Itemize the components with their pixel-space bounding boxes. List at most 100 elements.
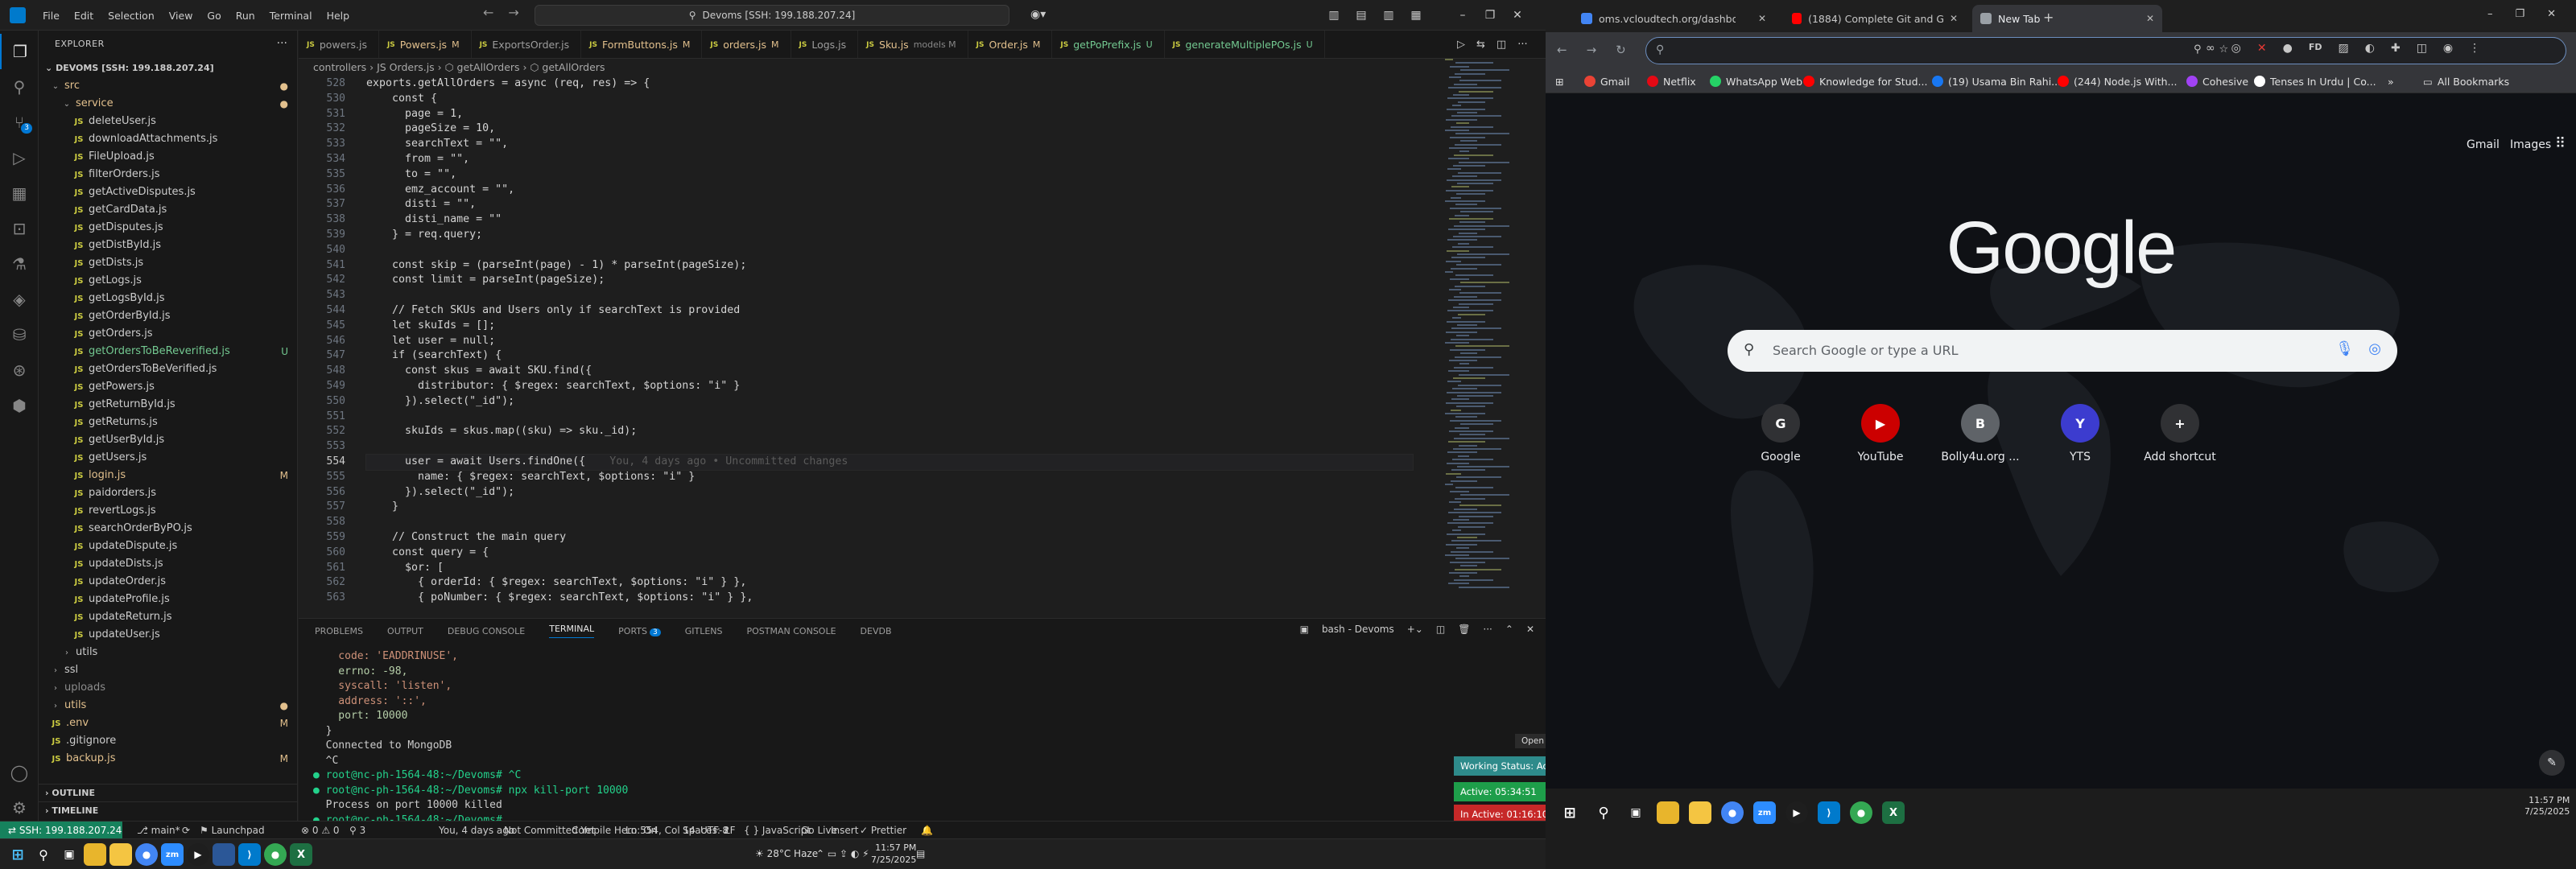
more-actions-icon[interactable]: ··· xyxy=(277,37,287,50)
restore-icon[interactable]: ❐ xyxy=(2516,8,2525,20)
code-line[interactable]: // Fetch SKUs and Users only if searchTe… xyxy=(366,303,1413,319)
panel-tab-problems[interactable]: PROBLEMS xyxy=(315,626,363,636)
file-tree-item[interactable]: JS searchOrderByPO.js xyxy=(39,520,298,537)
layout-panel-icon[interactable]: ▤ xyxy=(1348,9,1375,22)
file-tree-item[interactable]: JS downloadAttachments.js xyxy=(39,130,298,148)
panel-tab-postman-console[interactable]: POSTMAN CONSOLE xyxy=(747,626,836,636)
system-tray[interactable]: ⌃ ▭ ⇪ ◐ ⚡ xyxy=(816,848,869,859)
file-tree-item[interactable]: JS getOrderById.js xyxy=(39,307,298,325)
file-tree-item[interactable]: JS getCardData.js xyxy=(39,201,298,219)
omnibox-input[interactable] xyxy=(1674,43,2189,59)
ports-count[interactable]: ⚲ 3 xyxy=(349,822,365,839)
file-tree-item[interactable]: JS getDisputes.js xyxy=(39,219,298,237)
trash-icon[interactable]: 🗑 xyxy=(1458,624,1470,635)
file-explorer-icon[interactable] xyxy=(84,843,106,866)
gmail-link[interactable]: Gmail xyxy=(2467,138,2500,151)
vscode-taskbar-icon[interactable]: ⟩ xyxy=(1818,801,1840,824)
file-tree-item[interactable]: JS getReturnById.js xyxy=(39,396,298,414)
code-line[interactable] xyxy=(366,515,1413,530)
chrome-menu-icon[interactable]: ⋮ xyxy=(2469,42,2480,55)
excel-icon[interactable]: X xyxy=(1882,801,1905,824)
file-tree-item[interactable]: JS .env M xyxy=(39,715,298,732)
editor-tab[interactable]: JS Logs.js xyxy=(791,31,859,58)
extension-puzzle-icon[interactable]: ✚ xyxy=(2391,42,2401,55)
side-panel-icon[interactable]: ◫ xyxy=(2417,42,2427,55)
vscode-taskbar-icon[interactable]: ⟩ xyxy=(238,843,261,866)
weather[interactable]: ☀ 28°C Haze xyxy=(755,848,818,859)
code-line[interactable]: const skus = await SKU.find({ xyxy=(366,364,1413,379)
reload-icon[interactable]: ↻ xyxy=(1616,43,1626,57)
notification-center-icon[interactable]: ▤ xyxy=(916,848,925,859)
extensions-icon[interactable]: ▦ xyxy=(0,175,39,211)
search-icon[interactable]: ⚲ xyxy=(32,843,55,866)
new-tab-icon[interactable]: + xyxy=(2043,10,2054,25)
shortcut-tile[interactable]: + Add shortcut xyxy=(2140,404,2220,463)
zoom-icon[interactable]: zm xyxy=(161,843,184,866)
media-player-icon[interactable]: ▶ xyxy=(1785,801,1808,824)
code-line[interactable]: { orderId: { $regex: searchText, $option… xyxy=(366,575,1413,591)
new-terminal-icon[interactable]: +⌄ xyxy=(1407,624,1423,635)
extension-fd-icon[interactable]: FD xyxy=(2309,42,2322,55)
back-arrow-icon[interactable]: ← xyxy=(1557,43,1567,57)
code-line[interactable]: to = "", xyxy=(366,167,1413,183)
code-line[interactable] xyxy=(366,288,1413,303)
code-line[interactable]: let user = null; xyxy=(366,334,1413,349)
folder-tree-item[interactable]: › utils ● xyxy=(39,697,298,715)
code-line[interactable]: distributor: { $regex: searchText, $opti… xyxy=(366,379,1413,394)
restore-icon[interactable]: ❐ xyxy=(1476,9,1504,22)
bookmark-item[interactable]: Knowledge for Stud... xyxy=(1803,69,1927,93)
chrome-profile-icon[interactable]: ● xyxy=(264,843,287,866)
close-icon[interactable]: ✕ xyxy=(2547,8,2556,20)
app-icon[interactable] xyxy=(213,843,235,866)
editor-tab[interactable]: JS getPoPrefix.js U xyxy=(1052,31,1165,58)
shortcut-tile[interactable]: G Google xyxy=(1740,404,1821,463)
code-line[interactable]: pageSize = 10, xyxy=(366,121,1413,137)
menu-item-terminal[interactable]: Terminal xyxy=(262,10,320,22)
panel-tab-terminal[interactable]: TERMINAL xyxy=(549,624,595,638)
file-tree-item[interactable]: JS updateDists.js xyxy=(39,555,298,573)
extension-circle-icon[interactable]: ◎ xyxy=(2231,42,2241,55)
minimize-icon[interactable]: – xyxy=(2487,8,2493,20)
menu-item-view[interactable]: View xyxy=(162,10,200,22)
excel-icon[interactable]: X xyxy=(290,843,312,866)
code-line[interactable]: const { xyxy=(366,92,1413,107)
problems-count[interactable]: ⊗ 0 ⚠ 0 xyxy=(301,822,340,839)
folder-tree-item[interactable]: ⌄ src ● xyxy=(39,77,298,95)
code-lines[interactable]: exports.getAllOrders = async (req, res) … xyxy=(365,76,1414,606)
file-tree-item[interactable]: JS .gitignore xyxy=(39,732,298,750)
extension-image-icon[interactable]: ▨ xyxy=(2339,42,2349,55)
file-tree-item[interactable]: JS getUserById.js xyxy=(39,431,298,449)
terminal-name[interactable]: bash - Devoms xyxy=(1322,624,1394,635)
close-tab-icon[interactable]: ✕ xyxy=(2146,13,2154,24)
editor-tab[interactable]: JS Powers.js M xyxy=(379,31,472,58)
search-icon[interactable]: ⚲ xyxy=(1592,801,1615,824)
code-line[interactable]: name: { $regex: searchText, $options: "i… xyxy=(366,470,1413,485)
media-player-icon[interactable]: ▶ xyxy=(187,843,209,866)
file-tree-item[interactable]: JS getOrdersToBeReverified.js U xyxy=(39,343,298,360)
file-tree-item[interactable]: JS getOrders.js xyxy=(39,325,298,343)
sync-icon[interactable]: ⟳ xyxy=(182,822,190,839)
bookmark-item[interactable]: (19) Usama Bin Rahi... xyxy=(1932,69,2061,93)
windows-start-icon[interactable]: ⊞ xyxy=(6,843,29,866)
chrome-tab[interactable]: New Tab ✕ xyxy=(1972,5,2162,32)
code-line[interactable] xyxy=(366,410,1413,425)
copilot-icon[interactable]: ◉▾ xyxy=(1030,8,1046,21)
end-of-line[interactable]: LF xyxy=(724,822,736,839)
remote-explorer-icon[interactable]: ⊡ xyxy=(0,211,39,246)
menu-item-help[interactable]: Help xyxy=(320,10,357,22)
folder-tree-item[interactable]: ⌄ service ● xyxy=(39,95,298,113)
file-tree-item[interactable]: JS getDists.js xyxy=(39,254,298,272)
windows-start-icon[interactable]: ⊞ xyxy=(1558,801,1581,824)
code-line[interactable]: }).select("_id"); xyxy=(366,485,1413,500)
extension-glasses-icon[interactable]: ∞ xyxy=(2206,42,2215,55)
code-line[interactable]: exports.getAllOrders = async (req, res) … xyxy=(366,76,1413,92)
menu-item-go[interactable]: Go xyxy=(200,10,228,22)
bookmark-item[interactable]: Gmail xyxy=(1584,69,1629,93)
code-line[interactable]: const query = { xyxy=(366,546,1413,561)
panel-tab-output[interactable]: OUTPUT xyxy=(387,626,423,636)
editor-tab[interactable]: JS Sku.js models M xyxy=(858,31,968,58)
code-line[interactable]: user = await Users.findOne({You, 4 days … xyxy=(365,453,1414,471)
editor-tab[interactable]: JS orders.js M xyxy=(702,31,791,58)
layout-sidebar-icon[interactable]: ▥ xyxy=(1320,9,1348,22)
code-line[interactable]: if (searchText) { xyxy=(366,348,1413,364)
